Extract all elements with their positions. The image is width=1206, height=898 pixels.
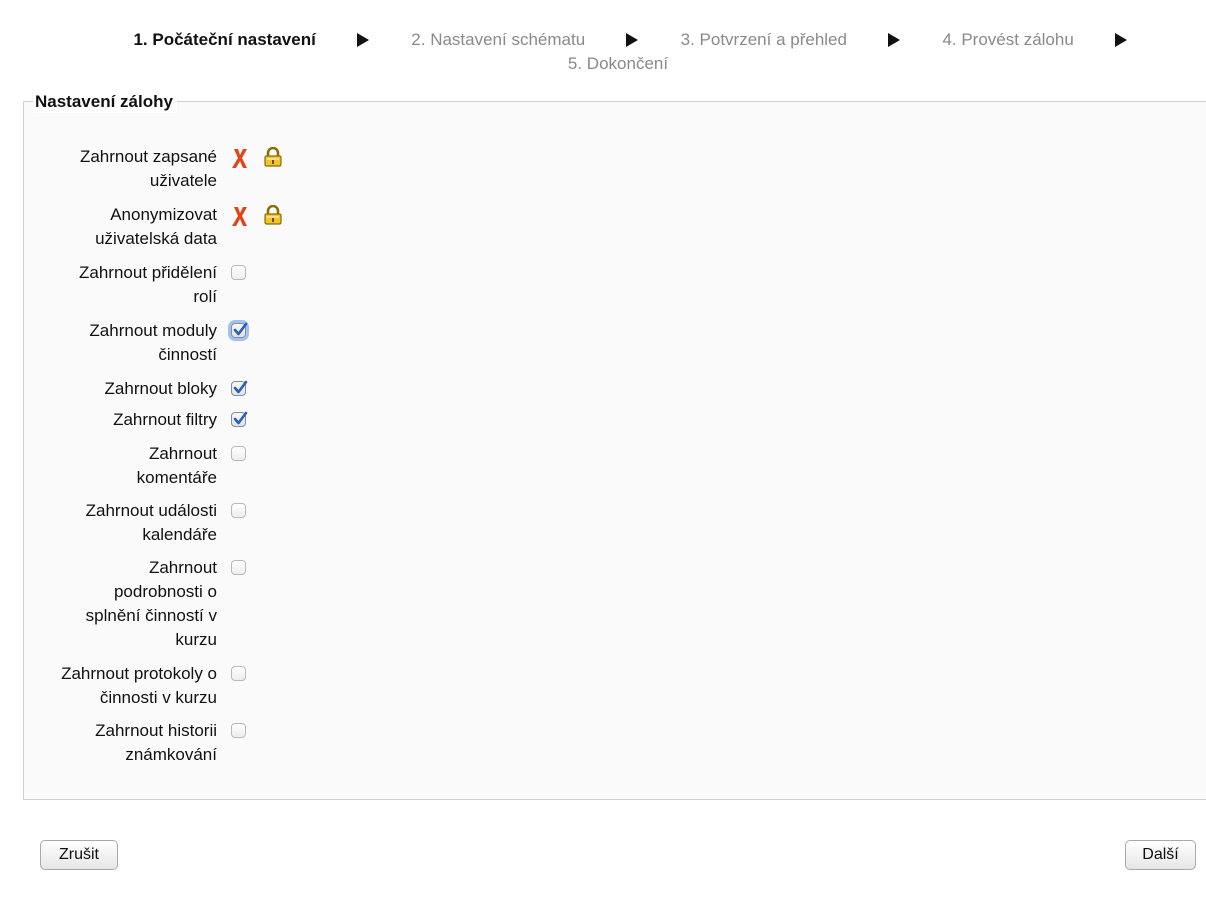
play-arrow-icon (887, 33, 900, 47)
setting-control (231, 320, 248, 342)
setting-control (231, 443, 246, 465)
next-button[interactable]: Další (1125, 840, 1196, 870)
step-initial-settings: 1. Počáteční nastavení (133, 30, 316, 49)
lock-icon (263, 146, 283, 172)
backup-settings-fieldset: Nastavení zálohy Zahrnout zapsané uživat… (23, 91, 1206, 800)
grade-history-checkbox[interactable] (231, 723, 246, 738)
red-x-icon (231, 147, 249, 174)
step-perform-backup: 4. Provést zálohu (942, 30, 1074, 49)
page: 1. Počáteční nastavení 2. Nastavení sché… (0, 0, 1206, 898)
backup-progress-bar: 1. Počáteční nastavení 2. Nastavení sché… (60, 28, 1200, 76)
setting-label: Zahrnout přidělení rolí (79, 263, 217, 306)
activity-modules-checkbox[interactable] (231, 322, 248, 338)
setting-control (231, 204, 283, 226)
checkmark-icon (233, 380, 248, 394)
setting-control (231, 663, 246, 685)
setting-label: Zahrnout protokoly o činnosti v kurzu (61, 664, 217, 707)
setting-control (231, 146, 283, 168)
setting-label: Zahrnout zapsané uživatele (79, 147, 217, 190)
calendar-events-checkbox[interactable] (231, 503, 246, 518)
course-logs-checkbox[interactable] (231, 666, 246, 681)
setting-control (231, 720, 246, 742)
cancel-button[interactable]: Zrušit (40, 840, 118, 870)
blocks-checkbox[interactable] (231, 380, 248, 396)
filters-checkbox[interactable] (231, 411, 248, 427)
checkmark-icon (233, 322, 248, 336)
play-arrow-icon (625, 33, 638, 47)
comments-checkbox[interactable] (231, 446, 246, 461)
step-confirmation-review: 3. Potvrzení a přehled (680, 30, 847, 49)
setting-control (231, 557, 246, 579)
red-x-icon (231, 205, 249, 232)
lock-icon (263, 204, 283, 230)
setting-label: Anonymizovat uživatelská data (95, 205, 217, 248)
setting-control (231, 409, 248, 431)
setting-label: Zahrnout historii známkování (95, 721, 217, 764)
play-arrow-icon (1114, 33, 1127, 47)
setting-control (231, 500, 246, 522)
setting-label: Zahrnout bloky (104, 379, 217, 398)
play-arrow-icon (356, 33, 369, 47)
setting-control (231, 378, 248, 400)
step-schema-settings: 2. Nastavení schématu (411, 30, 586, 49)
setting-control (231, 262, 246, 284)
setting-label: Zahrnout události kalendáře (85, 501, 217, 544)
role-assignments-checkbox[interactable] (231, 265, 246, 280)
setting-label: Zahrnout podrobnosti o splnění činností … (85, 558, 217, 649)
checkmark-icon (233, 411, 248, 425)
fieldset-legend: Nastavení zálohy (33, 91, 177, 113)
setting-label: Zahrnout filtry (113, 410, 217, 429)
course-completion-checkbox[interactable] (231, 560, 246, 575)
setting-label: Zahrnout moduly činností (89, 321, 217, 364)
setting-label: Zahrnout komentáře (136, 444, 217, 487)
step-complete: 5. Dokončení (567, 54, 669, 73)
